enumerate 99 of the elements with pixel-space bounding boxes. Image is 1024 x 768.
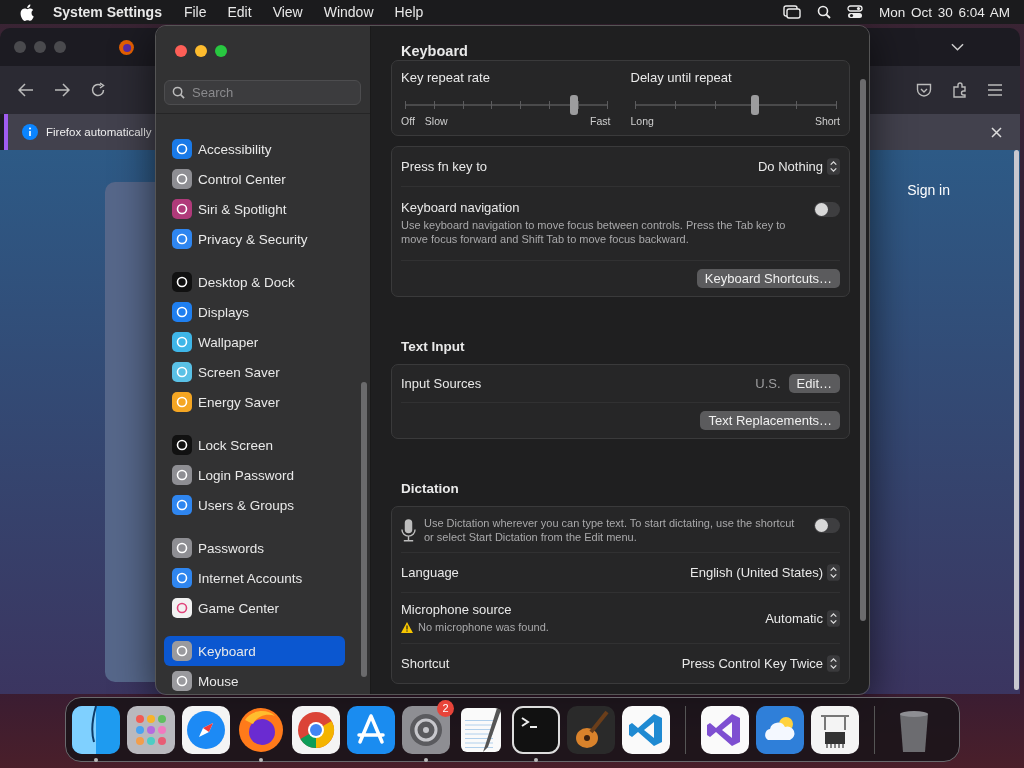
- warning-text: No microphone was found.: [418, 620, 549, 634]
- scrollbar[interactable]: [361, 382, 367, 677]
- store-icon[interactable]: [347, 705, 395, 754]
- toggle-switch[interactable]: [814, 518, 840, 533]
- stepper-icon: [827, 655, 840, 672]
- slider-label: Key repeat rate: [401, 70, 491, 85]
- sidebar-item[interactable]: Wallpaper: [164, 327, 345, 357]
- sidebar-item[interactable]: Internet Accounts: [164, 563, 345, 593]
- scrollbar[interactable]: [1014, 150, 1019, 690]
- menu-item[interactable]: Edit: [227, 4, 252, 20]
- code-editor-icon[interactable]: [701, 705, 749, 754]
- row-label: Press fn key to: [401, 159, 488, 174]
- circle-browser-icon[interactable]: [292, 705, 340, 754]
- row-label: Language: [401, 565, 460, 580]
- search-icon: [172, 86, 185, 99]
- sidebar-item[interactable]: Accessibility: [164, 134, 345, 164]
- sidebar-item[interactable]: Login Password: [164, 460, 345, 490]
- code-editor-icon[interactable]: [622, 705, 670, 754]
- row-label: Shortcut: [401, 656, 451, 671]
- chevron-down-icon[interactable]: [951, 43, 964, 51]
- page-title: Keyboard: [400, 42, 469, 60]
- zoom-window-button[interactable]: [215, 45, 227, 57]
- weather-icon[interactable]: [756, 705, 804, 754]
- back-icon[interactable]: [18, 83, 34, 97]
- row-label: Keyboard navigation: [401, 200, 521, 215]
- sidebar-item[interactable]: Passwords: [164, 533, 345, 563]
- sidebar-item[interactable]: Lock Screen: [164, 430, 345, 460]
- search-field[interactable]: Search: [164, 80, 361, 105]
- forward-icon[interactable]: [54, 83, 70, 97]
- action-button[interactable]: Text Replacements…: [700, 411, 840, 430]
- sidebar-item[interactable]: Control Center: [164, 164, 345, 194]
- compass-icon[interactable]: [182, 705, 230, 754]
- menu-item[interactable]: File: [183, 4, 207, 20]
- menu-item[interactable]: Window: [323, 4, 374, 20]
- sidebar-item[interactable]: Screen Saver: [164, 357, 345, 387]
- slider-caption: Slow: [424, 115, 448, 127]
- row-label: Microphone source: [401, 602, 513, 617]
- clock[interactable]: Mon Oct 30 6:04 AM: [878, 4, 1010, 20]
- popup-button[interactable]: Press Control Key Twice: [681, 655, 840, 672]
- stepper-icon: [827, 609, 840, 627]
- row-label: Input Sources: [401, 376, 482, 391]
- slider-caption: Long: [630, 115, 654, 127]
- sidebar-item[interactable]: Energy Saver: [164, 387, 345, 417]
- slider-caption: Off: [401, 115, 415, 127]
- popup-button[interactable]: English (United States): [690, 564, 840, 581]
- sidebar-item[interactable]: Game Center: [164, 593, 345, 623]
- terminal-icon[interactable]: [512, 705, 560, 754]
- stepper-icon: [827, 158, 840, 175]
- split-square-icon[interactable]: [72, 705, 120, 754]
- menu-icon[interactable]: [988, 84, 1002, 96]
- slider-thumb[interactable]: [751, 95, 760, 115]
- sign-in-link[interactable]: Sign in: [907, 182, 950, 198]
- slider-thumb[interactable]: [570, 95, 579, 115]
- sidebar-item[interactable]: Desktop & Dock: [164, 267, 345, 297]
- action-button[interactable]: Keyboard Shortcuts…: [696, 269, 840, 288]
- close-window-button[interactable]: [175, 45, 187, 57]
- browser-icon[interactable]: [237, 705, 285, 754]
- sidebar-item[interactable]: Siri & Spotlight: [164, 194, 345, 224]
- search-icon[interactable]: [816, 5, 831, 19]
- app-menu[interactable]: System Settings: [53, 4, 162, 20]
- stepper-icon: [827, 564, 840, 581]
- slider-caption: Fast: [590, 115, 611, 127]
- toggles-icon[interactable]: [846, 5, 863, 19]
- sidebar-item[interactable]: Users & Groups: [164, 490, 345, 520]
- slider-caption: Short: [814, 115, 840, 127]
- browser-icon[interactable]: [118, 38, 135, 56]
- reload-icon[interactable]: [90, 82, 106, 98]
- microphone-icon: [401, 518, 416, 543]
- edit-button[interactable]: Edit…: [788, 374, 840, 393]
- close-icon[interactable]: [991, 126, 1002, 138]
- app-grid-icon[interactable]: [127, 705, 175, 754]
- sidebar-item[interactable]: Privacy & Security: [164, 224, 345, 254]
- sidebar-item[interactable]: Keyboard: [164, 636, 345, 666]
- pocket-icon[interactable]: [916, 82, 932, 98]
- section-title: Text Input: [400, 338, 466, 356]
- scrollbar[interactable]: [860, 79, 866, 621]
- apple-logo-icon[interactable]: [20, 3, 34, 21]
- puzzle-icon[interactable]: [952, 82, 968, 98]
- menu-item[interactable]: View: [272, 4, 303, 20]
- sidebar-item[interactable]: Displays: [164, 297, 345, 327]
- row-description: Use keyboard navigation to move focus between controls. Press the Tab key to move focus forward and Shift Tab to move focus backward.: [401, 218, 787, 246]
- minimize-window-button[interactable]: [195, 45, 207, 57]
- row-description: Use Dictation wherever you can type text. To start dictating, use the shortcut or select Start Dictation from the Edit menu.: [424, 516, 796, 544]
- notification-badge: 2: [437, 699, 454, 717]
- section-title: Dictation: [400, 480, 460, 498]
- warning-icon: [401, 621, 413, 633]
- notification-text: Firefox automatically: [46, 126, 152, 138]
- row-value: U.S.: [755, 376, 781, 391]
- slider-label: Delay until repeat: [630, 70, 733, 85]
- popup-button[interactable]: Do Nothing: [757, 158, 840, 175]
- menu-item[interactable]: Help: [394, 4, 424, 20]
- guitar-icon[interactable]: [567, 705, 615, 754]
- gear-icon[interactable]: [402, 705, 450, 754]
- sidebar-item[interactable]: Mouse: [164, 666, 345, 694]
- windows-icon[interactable]: [782, 5, 801, 19]
- caliper-chip-icon[interactable]: [811, 705, 859, 754]
- toggle-switch[interactable]: [814, 202, 840, 217]
- info-icon: [22, 124, 38, 140]
- popup-button[interactable]: Automatic: [765, 609, 840, 627]
